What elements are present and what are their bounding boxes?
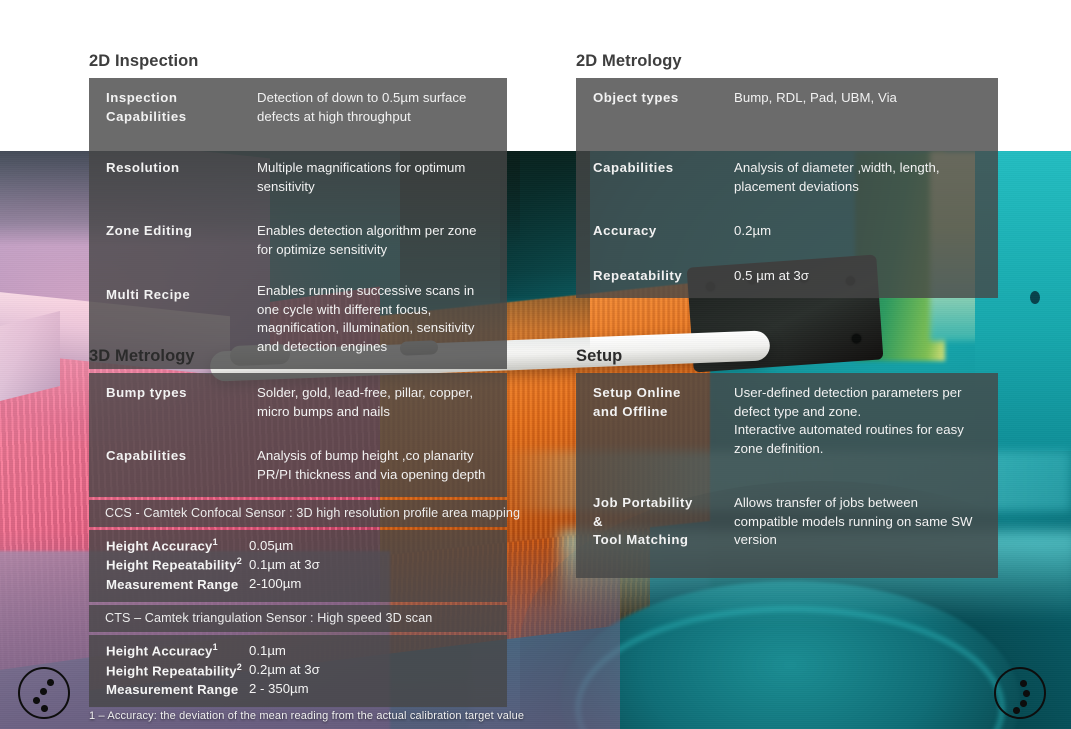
row-key: Bump types <box>89 373 241 437</box>
row-key: Accuracy <box>576 211 718 257</box>
row-key: Capabilities <box>576 148 718 212</box>
table-row: Capabilities Analysis of bump height ,co… <box>89 436 507 497</box>
sensor-header-cts: CTS – Camtek triangulation Sensor : High… <box>89 605 507 633</box>
sensor-label: Height Repeatability2 <box>106 661 242 679</box>
sensor-label: Height Accuracy1 <box>106 642 218 659</box>
table-row: Capabilities Analysis of diameter ,width… <box>576 148 998 212</box>
sensor-block-cts: CTS – Camtek triangulation Sensor : High… <box>89 605 507 708</box>
row-key: Resolution <box>89 148 241 212</box>
sensor-labels: Height Accuracy1 Height Repeatability2 M… <box>89 536 242 594</box>
camtek-dots-mark-right-icon <box>994 667 1046 719</box>
row-key: Job Portability & Tool Matching <box>576 483 718 578</box>
table-2d-inspection: Inspection Capabilities Detection of dow… <box>89 78 507 369</box>
table-row: Inspection Capabilities Detection of dow… <box>89 78 507 148</box>
table-row: Job Portability & Tool Matching Allows t… <box>576 483 998 578</box>
sensor-value: 0.1µm at 3σ <box>249 557 320 573</box>
table-row: Repeatability 0.5 µm at 3σ <box>576 256 998 298</box>
row-value: Enables detection algorithm per zone for… <box>241 211 507 275</box>
sensor-labels: Height Accuracy1 Height Repeatability2 M… <box>89 641 242 699</box>
sensor-body-ccs: Height Accuracy1 Height Repeatability2 M… <box>89 529 507 603</box>
sensor-body-cts: Height Accuracy1 Height Repeatability2 M… <box>89 635 507 708</box>
row-key: Setup Online and Offline <box>576 373 718 483</box>
row-value: Detection of down to 0.5µm surface defec… <box>241 78 507 148</box>
table-row: Resolution Multiple magnifications for o… <box>89 148 507 212</box>
table-row: Bump types Solder, gold, lead-free, pill… <box>89 373 507 437</box>
row-value: Analysis of diameter ,width, length, pla… <box>718 148 998 212</box>
table-2d-metrology: Object types Bump, RDL, Pad, UBM, Via Ca… <box>576 78 998 298</box>
section-setup: Setup Setup Online and Offline User-defi… <box>576 347 998 578</box>
section-title-3d-metrology: 3D Metrology <box>89 347 195 365</box>
section-title-setup: Setup <box>576 347 623 365</box>
row-key: Repeatability <box>576 256 718 298</box>
row-value: Analysis of bump height ,co planarity PR… <box>241 436 507 497</box>
row-key: Object types <box>576 78 718 148</box>
table-row: Setup Online and Offline User-defined de… <box>576 373 998 483</box>
sensor-block-ccs: CCS - Camtek Confocal Sensor : 3D high r… <box>89 499 520 603</box>
row-value: 0.2µm <box>718 211 998 257</box>
table-3d-metrology: Bump types Solder, gold, lead-free, pill… <box>89 373 507 497</box>
row-value: User-defined detection parameters per de… <box>718 373 998 483</box>
sensor-value: 2-100µm <box>249 576 302 592</box>
section-2d-metrology: 2D Metrology Object types Bump, RDL, Pad… <box>576 52 998 298</box>
slide-canvas: 2D Inspection Inspection Capabilities De… <box>0 0 1071 729</box>
table-setup: Setup Online and Offline User-defined de… <box>576 373 998 578</box>
sensor-values: 0.05µm 0.1µm at 3σ 2-100µm <box>237 536 320 594</box>
sensor-values: 0.1µm 0.2µm at 3σ 2 - 350µm <box>237 641 320 699</box>
row-key: Capabilities <box>89 436 241 497</box>
section-3d-metrology: 3D Metrology Bump types Solder, gold, le… <box>89 347 520 708</box>
camtek-dots-mark-left-icon <box>18 667 70 719</box>
sensor-value: 0.2µm at 3σ <box>249 662 320 678</box>
sensor-value: 2 - 350µm <box>249 681 309 697</box>
section-title-2d-inspection: 2D Inspection <box>89 52 199 70</box>
table-row: Object types Bump, RDL, Pad, UBM, Via <box>576 78 998 148</box>
row-value: Bump, RDL, Pad, UBM, Via <box>718 78 998 148</box>
sensor-label: Height Repeatability2 <box>106 556 242 573</box>
footnote-accuracy: 1 – Accuracy: the deviation of the mean … <box>89 710 525 722</box>
table-row: Accuracy 0.2µm <box>576 211 998 257</box>
row-value: 0.5 µm at 3σ <box>718 256 998 298</box>
section-title-2d-metrology: 2D Metrology <box>576 52 682 70</box>
sensor-label: Height Accuracy1 <box>106 536 218 554</box>
sensor-value: 0.1µm <box>249 643 286 659</box>
sensor-label: Measurement Range <box>106 682 239 698</box>
table-row: Zone Editing Enables detection algorithm… <box>89 211 507 275</box>
section-2d-inspection: 2D Inspection Inspection Capabilities De… <box>89 52 507 369</box>
sensor-label: Measurement Range <box>106 577 239 592</box>
row-key: Inspection Capabilities <box>89 78 241 148</box>
row-value: Allows transfer of jobs between compatib… <box>718 483 998 578</box>
row-key: Zone Editing <box>89 211 241 275</box>
sensor-value: 0.05µm <box>249 537 294 553</box>
sensor-header-ccs: CCS - Camtek Confocal Sensor : 3D high r… <box>89 499 520 527</box>
row-value: Multiple magnifications for optimum sens… <box>241 148 507 212</box>
row-value: Solder, gold, lead-free, pillar, copper,… <box>241 373 507 437</box>
